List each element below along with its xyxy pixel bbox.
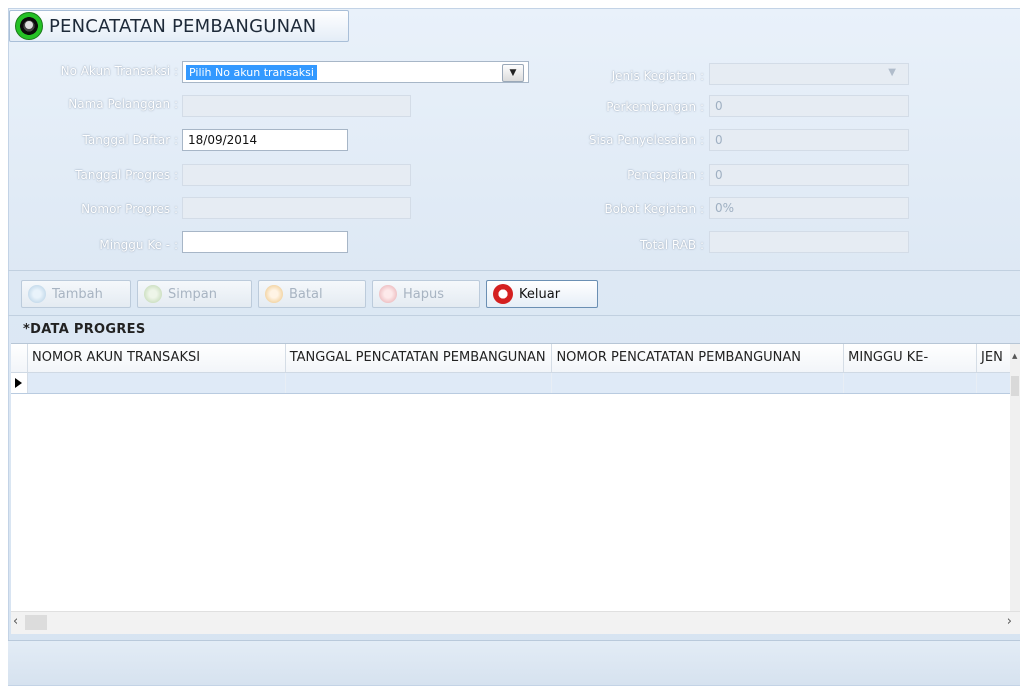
simpan-icon [144,285,162,303]
table-cell[interactable] [28,373,286,393]
table-cell[interactable] [286,373,553,393]
sisa-penyelesaian-field: 0 [709,129,909,151]
tambah-icon [28,285,46,303]
col-minggu-ke[interactable]: MINGGU KE- [844,344,978,372]
hapus-label: Hapus [403,286,445,302]
tanggal-daftar-field[interactable]: 18/09/2014 [182,129,348,151]
dropdown-arrow-icon[interactable]: ▼ [502,64,524,82]
pencapaian-field: 0 [709,164,909,186]
form-divider [8,270,1020,271]
tanggal-progres-field [182,164,411,186]
keluar-button[interactable]: Keluar [486,280,598,308]
col-nomor-pencatatan[interactable]: NOMOR PENCATATAN PEMBANGUNAN [552,344,845,372]
perkembangan-label: Perkembangan : [606,100,704,114]
status-bar [8,640,1020,685]
grid-header: NOMOR AKUN TRANSAKSI TANGGAL PENCATATAN … [11,344,1011,373]
batal-icon [265,285,283,303]
bobot-kegiatan-field: 0% [709,197,909,219]
jenis-kegiatan-combo: ▼ [709,63,909,85]
col-jenis[interactable]: JEN [977,344,1011,372]
nomor-progres-label: Nomor Progres : [81,202,178,216]
keluar-icon [493,284,513,304]
pencapaian-label: Pencapaian : [627,168,704,182]
row-pointer-icon [11,373,28,393]
no-akun-label: No Akun Transaksi : [60,64,178,78]
window-title-tab: PENCATATAN PEMBANGUNAN [9,10,349,42]
nama-pelanggan-field [182,95,411,117]
minggu-ke-field[interactable] [182,231,348,253]
window-title: PENCATATAN PEMBANGUNAN [49,15,317,37]
toolbar-divider [8,315,1020,316]
perkembangan-field: 0 [709,95,909,117]
bobot-kegiatan-label: Bobot Kegiatan : [604,202,704,216]
hapus-icon [379,285,397,303]
tambah-button[interactable]: Tambah [21,280,131,308]
row-header-corner [11,344,28,372]
minggu-ke-label: Minggu Ke - : [99,238,178,252]
nama-pelanggan-label: Nama Pelanggan : [68,97,178,111]
simpan-button[interactable]: Simpan [137,280,252,308]
scroll-right-icon[interactable]: › [1007,614,1012,629]
action-toolbar: Tambah Simpan Batal Hapus Keluar [21,280,598,310]
tanggal-progres-label: Tanggal Progres : [75,168,178,182]
total-rab-label: Total RAB : [640,238,704,252]
batal-button[interactable]: Batal [258,280,366,308]
sisa-penyelesaian-label: Sisa Penyelesaian : [588,133,704,147]
table-cell[interactable] [977,373,1011,393]
grid-title: *DATA PROGRES [23,322,146,337]
jenis-kegiatan-label: Jenis Kegiatan : [611,69,704,83]
hapus-button[interactable]: Hapus [372,280,480,308]
batal-label: Batal [289,286,323,302]
no-akun-selected: Pilih No akun transaksi [186,65,317,80]
nomor-progres-field [182,197,411,219]
horizontal-scrollbar[interactable]: ‹ › [11,611,1020,634]
total-rab-field [709,231,909,253]
horizontal-scroll-thumb[interactable] [25,615,47,630]
scroll-left-icon[interactable]: ‹ [13,614,18,629]
data-grid[interactable]: NOMOR AKUN TRANSAKSI TANGGAL PENCATATAN … [11,343,1020,634]
keluar-label: Keluar [519,286,561,302]
scroll-up-icon[interactable]: ▲ [1012,352,1017,360]
chevron-down-icon: ▼ [888,67,896,78]
window-icon [15,12,43,40]
col-tanggal-pencatatan[interactable]: TANGGAL PENCATATAN PEMBANGUNAN [286,344,553,372]
vertical-scroll-thumb[interactable] [1011,376,1019,396]
simpan-label: Simpan [168,286,217,302]
vertical-scrollbar[interactable]: ▲ [1010,344,1020,614]
table-cell[interactable] [552,373,845,393]
tambah-label: Tambah [52,286,103,302]
col-nomor-akun[interactable]: NOMOR AKUN TRANSAKSI [28,344,286,372]
table-row[interactable] [11,373,1011,394]
no-akun-combo[interactable]: Pilih No akun transaksi ▼ [182,61,529,83]
tanggal-daftar-label: Tanggal Daftar : [82,133,179,147]
table-cell[interactable] [844,373,978,393]
